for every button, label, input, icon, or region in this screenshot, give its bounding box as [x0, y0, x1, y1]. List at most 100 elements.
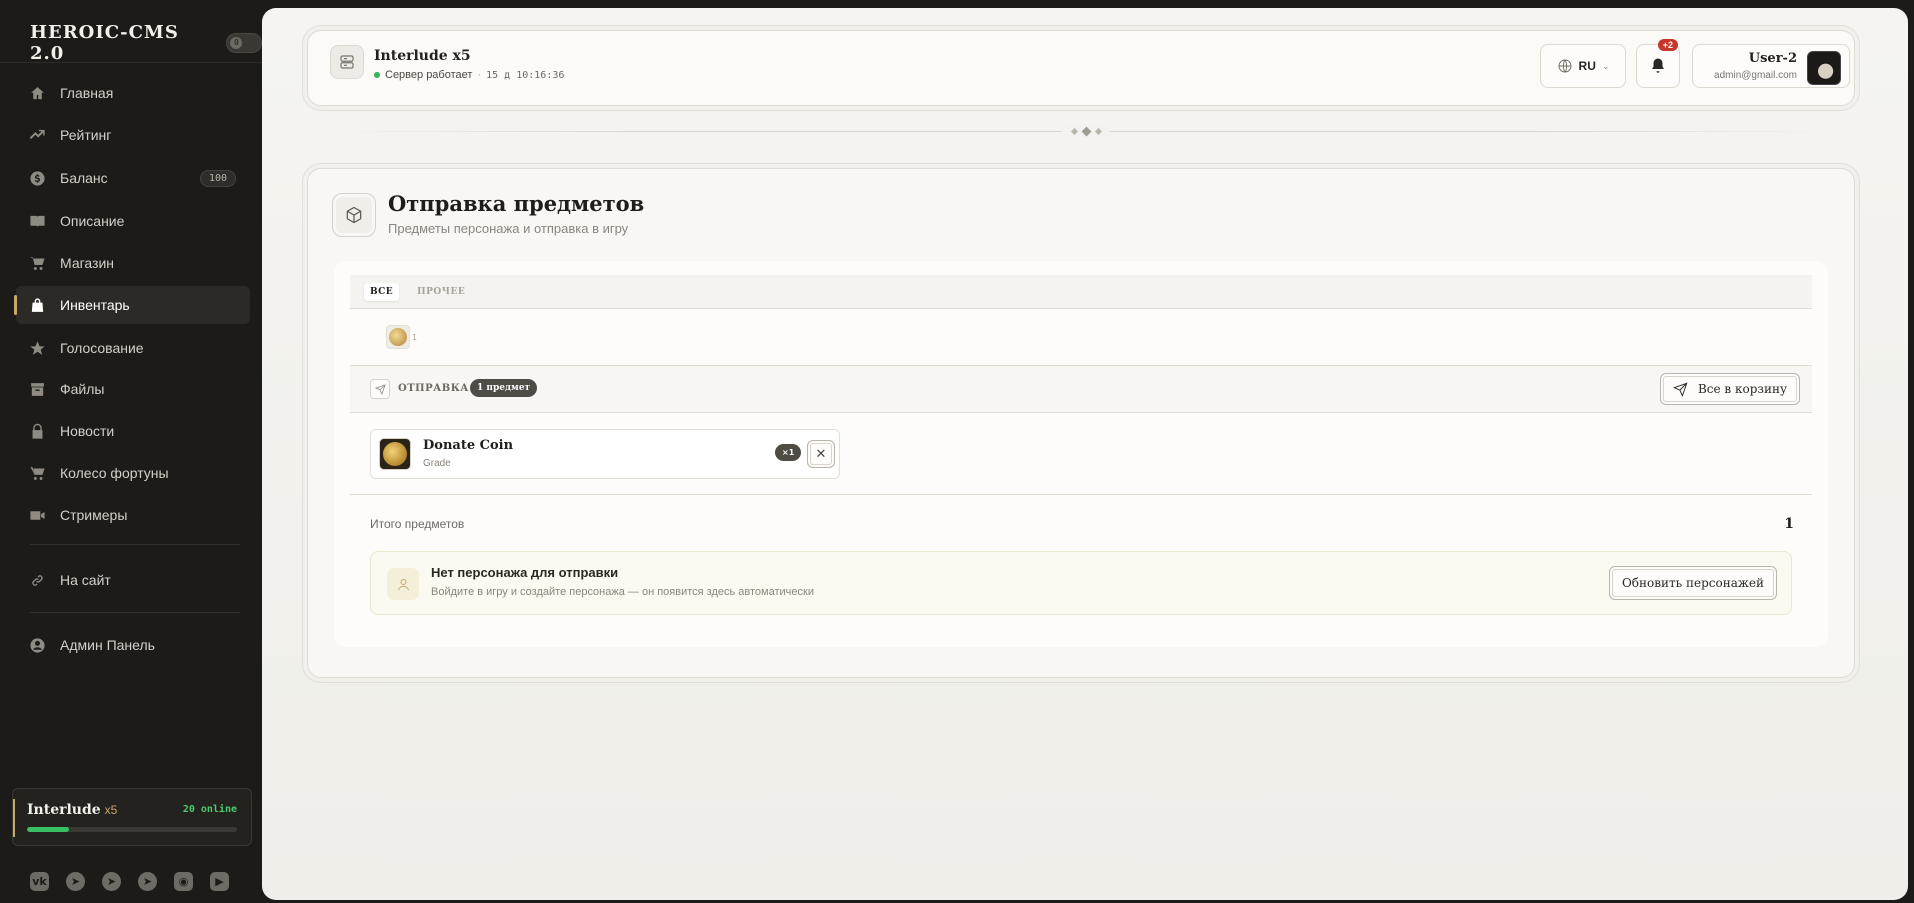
page-subtitle: Предметы персонажа и отправка в игру [388, 221, 629, 236]
server-title: Interlude x5 [374, 48, 471, 64]
sidebar: HEROIC-CMS 2.0 0 Главная Рейтинг Баланс … [0, 0, 262, 903]
sidebar-item-voting[interactable]: Голосование [16, 329, 250, 367]
send-items-card: Отправка предметов Предметы персонажа и … [307, 168, 1855, 678]
sidebar-item-streamers[interactable]: Стримеры [16, 496, 250, 534]
user-menu[interactable]: User-2 admin@gmail.com [1692, 44, 1850, 88]
sidebar-item-label: Описание [60, 213, 125, 229]
server-status: Сервер работает · 15 д 10:16:36 [374, 69, 564, 81]
server-uptime: 15 д 10:16:36 [486, 69, 565, 81]
notice-title: Нет персонажа для отправки [431, 565, 619, 580]
telegram-icon[interactable]: ➤ [66, 872, 85, 891]
divider-ornament [1062, 125, 1110, 137]
main-panel: Interlude x5 Сервер работает · 15 д 10:1… [262, 8, 1908, 900]
theme-toggle-knob: 0 [230, 37, 243, 49]
server-name: Interlude [27, 802, 101, 818]
notice-text: Войдите в игру и создайте персонажа — он… [431, 586, 814, 598]
server-icon [330, 45, 364, 79]
notifications-button[interactable]: +2 [1636, 39, 1680, 88]
sidebar-item-label: Магазин [60, 255, 115, 271]
server-status-card[interactable]: Interlude x5 20 online [12, 788, 252, 846]
bag-icon [28, 296, 46, 314]
dollar-icon [28, 169, 46, 187]
page-title: Отправка предметов [388, 191, 645, 216]
total-divider [350, 494, 1812, 495]
vk-icon[interactable]: vk [30, 872, 49, 891]
notifications-badge: +2 [1657, 39, 1678, 51]
youtube-icon[interactable]: ▶ [210, 872, 229, 891]
star-icon [28, 339, 46, 357]
server-load-bar [27, 827, 237, 832]
sidebar-item-label: Новости [60, 423, 115, 439]
server-status-text: Сервер работает [385, 69, 473, 81]
sidebar-item-fortune-wheel[interactable]: Колесо фортуны [16, 454, 250, 492]
globe-icon [1558, 59, 1572, 73]
social-links: vk ➤ ➤ ➤ ◉ ▶ [30, 872, 229, 891]
sidebar-divider [30, 612, 240, 613]
sidebar-item-label: Файлы [60, 381, 105, 397]
sidebar-item-label: Админ Панель [60, 637, 155, 653]
discord-icon[interactable]: ◉ [174, 872, 193, 891]
category-tabs: ВСЕ ПРОЧЕЕ [350, 275, 1812, 309]
tab-other[interactable]: ПРОЧЕЕ [411, 283, 471, 301]
all-to-cart-button[interactable]: Все в корзину [1660, 373, 1800, 405]
sidebar-item-description[interactable]: Описание [16, 202, 250, 240]
user-email: admin@gmail.com [1714, 70, 1797, 81]
inventory-grid: 1 [350, 309, 1812, 366]
box-icon [332, 193, 376, 237]
send-header: ОТПРАВКА 1 предмет Все в корзину [350, 366, 1812, 413]
cart-icon [28, 464, 46, 482]
book-icon [28, 212, 46, 230]
telegram-icon[interactable]: ➤ [138, 872, 157, 891]
sidebar-item-rating[interactable]: Рейтинг [16, 116, 250, 154]
donate-coin-icon [379, 438, 411, 470]
telegram-icon[interactable]: ➤ [102, 872, 121, 891]
sidebar-item-label: Баланс [60, 170, 108, 186]
sidebar-item-news[interactable]: Новости [16, 412, 250, 450]
send-label: ОТПРАВКА [398, 383, 469, 394]
sidebar-item-files[interactable]: Файлы [16, 370, 250, 408]
no-character-notice: Нет персонажа для отправки Войдите в игр… [370, 551, 1792, 615]
balance-badge: 100 [199, 169, 236, 187]
server-online-count: 20 online [182, 804, 237, 815]
tab-all[interactable]: ВСЕ [364, 282, 400, 301]
sidebar-item-label: Стримеры [60, 507, 128, 523]
user-circle-icon [28, 636, 46, 654]
send-count-badge: 1 предмет [470, 379, 538, 397]
sidebar-item-site[interactable]: На сайт [16, 561, 250, 599]
theme-toggle[interactable]: 0 [226, 33, 262, 53]
total-value: 1 [1784, 516, 1794, 532]
sidebar-item-shop[interactable]: Магазин [16, 244, 250, 282]
language-value: RU [1578, 59, 1596, 73]
send-icon [1672, 381, 1688, 397]
sidebar-item-inventory[interactable]: Инвентарь [14, 286, 250, 324]
item-grade: Grade [423, 458, 451, 469]
user-name: User-2 [1748, 51, 1797, 66]
trending-icon [28, 126, 46, 144]
refresh-characters-button[interactable]: Обновить персонажей [1609, 566, 1777, 600]
sidebar-item-label: На сайт [60, 572, 111, 588]
cart-icon [28, 254, 46, 272]
inventory-slot[interactable] [386, 325, 410, 349]
remove-item-button[interactable]: ✕ [807, 440, 835, 468]
server-rate: x5 [104, 803, 118, 817]
sidebar-item-home[interactable]: Главная [16, 74, 250, 112]
sidebar-divider [30, 544, 240, 545]
bell-icon [1652, 58, 1664, 73]
all-to-cart-label: Все в корзину [1697, 382, 1788, 396]
status-separator: · [477, 69, 482, 81]
item-quantity-badge: ×1 [775, 444, 802, 461]
user-icon [387, 568, 419, 600]
server-load-fill [27, 827, 69, 832]
sidebar-item-balance[interactable]: Баланс 100 [16, 159, 250, 197]
inventory-panel: ВСЕ ПРОЧЕЕ 1 ОТПРАВКА 1 предмет Все в ко… [334, 261, 1828, 647]
inventory-slot-count: 1 [412, 333, 417, 342]
sidebar-item-admin[interactable]: Админ Панель [16, 626, 250, 664]
sidebar-item-label: Главная [60, 85, 114, 101]
brand-divider [0, 62, 262, 63]
send-item-card: Donate Coin Grade ×1 ✕ [370, 429, 840, 479]
archive-icon [28, 380, 46, 398]
sidebar-item-label: Рейтинг [60, 127, 112, 143]
sidebar-item-label: Инвентарь [60, 297, 130, 313]
avatar [1807, 51, 1841, 85]
language-selector[interactable]: RU ⌄ [1540, 44, 1626, 88]
